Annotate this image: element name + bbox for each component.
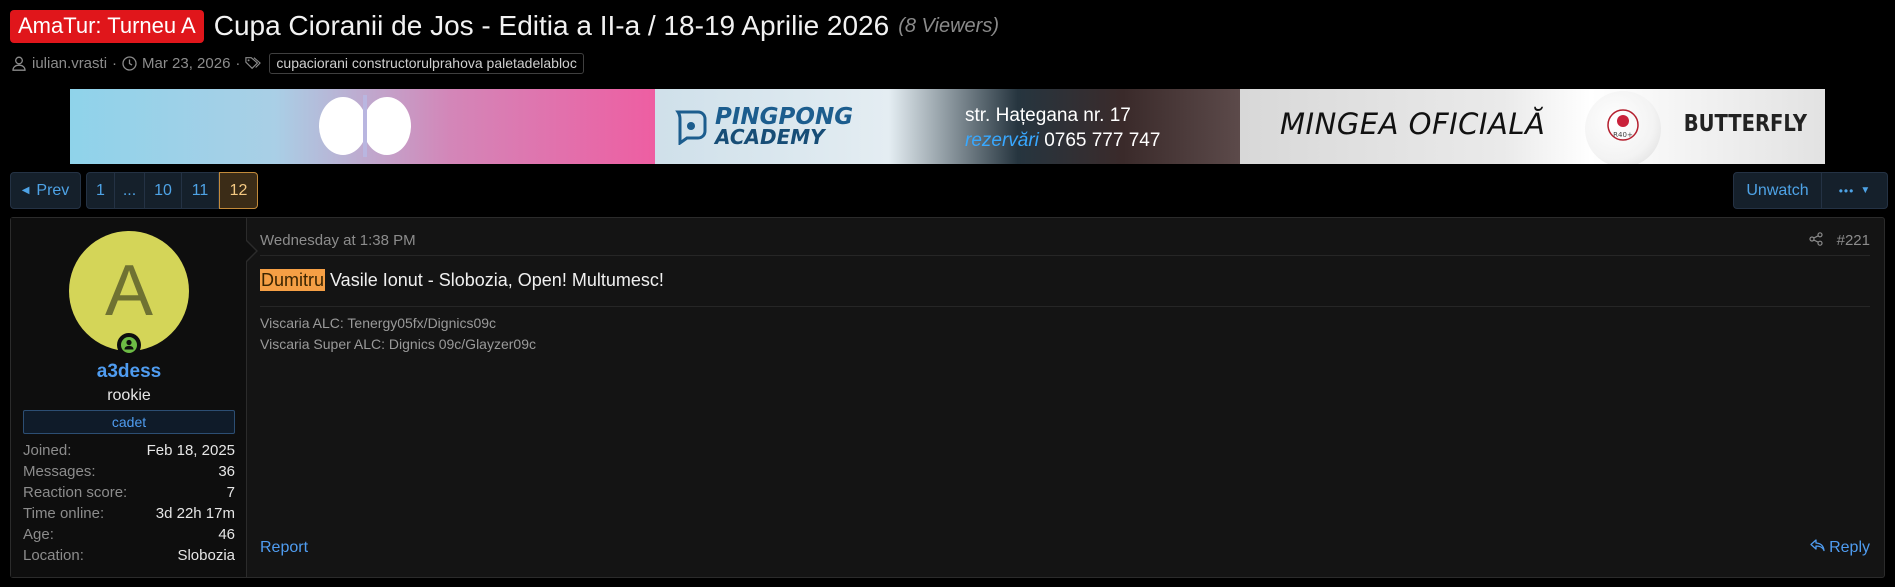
unwatch-button[interactable]: Unwatch: [1733, 172, 1822, 209]
stat-time-online: Time online: 3d 22h 17m: [23, 503, 235, 524]
reply-icon: [1810, 539, 1825, 557]
svg-text:R40+: R40+: [1613, 131, 1633, 139]
more-options-button[interactable]: ••• ▼: [1822, 172, 1888, 209]
post-header: Wednesday at 1:38 PM #221: [260, 226, 1870, 256]
signature-line: Viscaria ALC: Tenergy05fx/Dignics09c: [260, 315, 497, 331]
stat-age: Age: 46: [23, 524, 235, 545]
page-link-current[interactable]: 12: [219, 172, 258, 209]
stat-label: Location:: [23, 547, 84, 564]
post-timestamp[interactable]: Wednesday at 1:38 PM: [260, 232, 416, 249]
stat-value: 3d 22h 17m: [155, 505, 235, 522]
meta-separator: ·: [112, 54, 118, 72]
official-ball-ad[interactable]: MINGEA OFICIALĂ R40+ BUTTERFLY: [1240, 89, 1825, 164]
academy-phone: 0765 777 747: [1044, 130, 1161, 151]
academy-address-block: str. Hațegana nr. 17 rezervări 0765 777 …: [965, 103, 1160, 153]
butterfly-ad[interactable]: [70, 89, 655, 164]
clock-icon: [122, 55, 138, 71]
ad-banner[interactable]: PINGPONG ACADEMY str. Hațegana nr. 17 re…: [70, 89, 1825, 164]
stat-value[interactable]: 36: [218, 461, 235, 482]
online-indicator-icon: [117, 333, 141, 357]
post-message: A a3dess rookie cadet Joined: Feb 18, 202…: [10, 217, 1885, 578]
stat-value: 7: [226, 484, 235, 501]
page-jump-ellipsis[interactable]: ...: [115, 172, 145, 209]
avatar-letter: A: [104, 251, 154, 331]
page-link-1[interactable]: 1: [86, 172, 115, 209]
reply-label: Reply: [1829, 539, 1870, 556]
caret-left-icon: ◀: [21, 185, 30, 196]
reply-button[interactable]: Reply: [1810, 539, 1870, 557]
signature-line: Viscaria Super ALC: Dignics 09c/Glayzer0…: [260, 336, 536, 352]
meta-separator: ·: [235, 54, 241, 72]
pagination: ◀ Prev 1 ... 10 11 12: [10, 172, 258, 209]
page-link-10[interactable]: 10: [145, 172, 182, 209]
page-title: Cupa Cioranii de Jos - Editia a II-a / 1…: [213, 10, 890, 41]
username[interactable]: a3dess: [11, 361, 247, 383]
post-text: Vasile Ionut - Slobozia, Open! Multumesc…: [325, 270, 664, 290]
official-ball-text: MINGEA OFICIALĂ: [1280, 107, 1546, 141]
stat-value: Feb 18, 2025: [146, 442, 235, 459]
post-body: Wednesday at 1:38 PM #221 Dumitru Vasile…: [247, 218, 1884, 577]
caret-down-icon: ▼: [1860, 185, 1871, 196]
paddle-icon: [675, 110, 707, 145]
post-number[interactable]: #221: [1837, 232, 1870, 249]
thread-prefix-badge[interactable]: AmaTur: Turneu A: [10, 9, 204, 43]
viewers-count[interactable]: (8 Viewers): [898, 15, 999, 38]
academy-text: ACADEMY: [715, 125, 825, 149]
report-link[interactable]: Report: [260, 539, 308, 557]
stat-value: 46: [218, 526, 235, 543]
stat-label: Time online:: [23, 505, 105, 522]
highlighted-text: Dumitru: [260, 269, 326, 291]
thread-header: AmaTur: Turneu A Cupa Cioranii de Jos - …: [10, 8, 999, 44]
share-icon[interactable]: [1809, 231, 1823, 250]
user-icon: [12, 55, 28, 71]
academy-address: str. Hațegana nr. 17: [965, 105, 1131, 126]
tags-icon: [245, 55, 262, 71]
thread-tags[interactable]: cupaciorani constructorulprahova paletad…: [269, 52, 584, 74]
stat-value[interactable]: Slobozia: [177, 545, 235, 566]
prev-page-label: Prev: [36, 181, 70, 199]
user-stats: Joined: Feb 18, 2025 Messages: 36 Reaction…: [23, 440, 235, 566]
stat-joined: Joined: Feb 18, 2025: [23, 440, 235, 461]
thread-author[interactable]: iulian.vrasti: [32, 55, 107, 72]
user-role-banner: cadet: [23, 410, 235, 434]
stat-label: Messages:: [23, 463, 96, 480]
user-title: rookie: [107, 387, 151, 404]
prev-page-button[interactable]: ◀ Prev: [10, 172, 81, 209]
thread-meta: iulian.vrasti · Mar 23, 2026 · cupaciora…: [12, 51, 584, 75]
post-content: Dumitru Vasile Ionut - Slobozia, Open! M…: [260, 269, 664, 291]
stat-label: Age:: [23, 526, 54, 543]
butterfly-logo-icon: [319, 95, 411, 157]
academy-booking-label: rezervări: [965, 130, 1039, 151]
stat-label: Joined:: [23, 442, 72, 459]
thread-date[interactable]: Mar 23, 2026: [142, 55, 230, 72]
butterfly-brand-text: BUTTERFLY: [1683, 111, 1807, 137]
pingpong-academy-logo: PINGPONG ACADEMY: [675, 104, 854, 149]
stat-location: Location: Slobozia: [23, 545, 235, 566]
stat-reaction-score: Reaction score: 7: [23, 482, 235, 503]
post-user-pane: A a3dess rookie cadet Joined: Feb 18, 202…: [11, 218, 258, 577]
pingpong-academy-ad[interactable]: PINGPONG ACADEMY str. Hațegana nr. 17 re…: [655, 89, 1240, 164]
page-link-11[interactable]: 11: [182, 172, 219, 209]
more-dots-label: •••: [1838, 183, 1855, 198]
thread-actions: Unwatch ••• ▼: [1733, 172, 1888, 209]
stat-messages: Messages: 36: [23, 461, 235, 482]
pingpong-text: PINGPONG: [715, 104, 854, 130]
signature: Viscaria ALC: Tenergy05fx/Dignics09c Vis…: [260, 306, 1870, 355]
stat-label: Reaction score:: [23, 484, 128, 501]
ping-pong-ball-icon: R40+: [1585, 91, 1661, 164]
